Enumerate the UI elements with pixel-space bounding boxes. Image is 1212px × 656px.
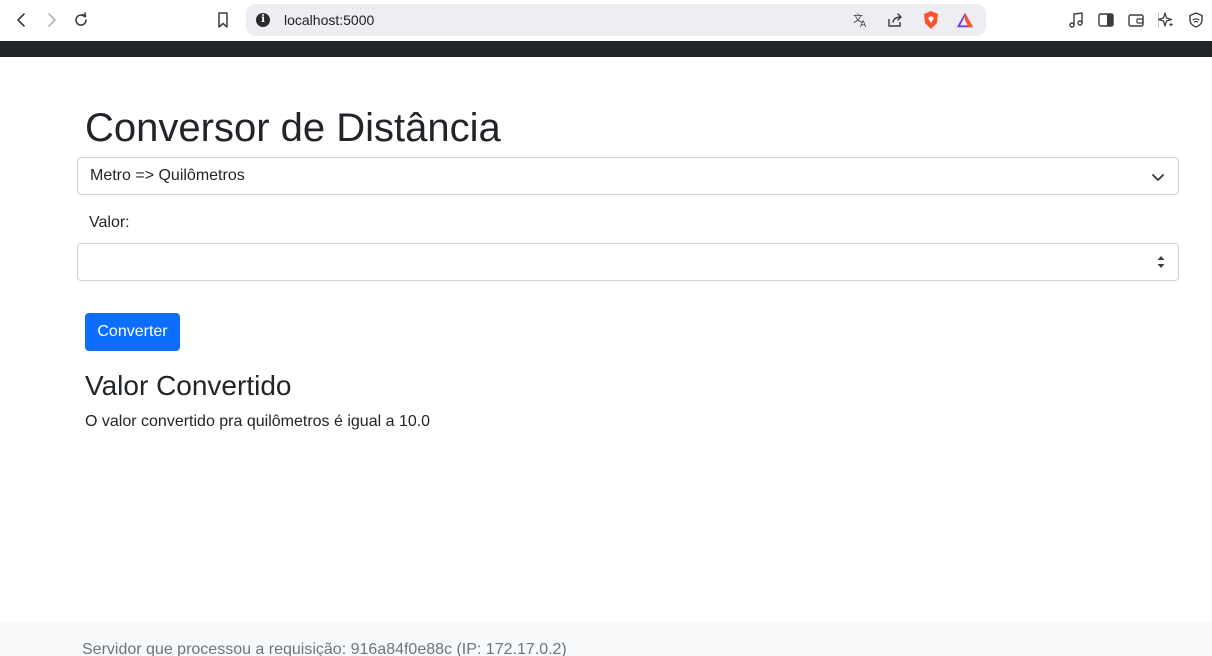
chevron-down-icon (1152, 174, 1164, 181)
forward-icon[interactable] (40, 9, 62, 31)
value-input[interactable] (77, 243, 1179, 281)
navbar (0, 41, 1212, 57)
brave-shields-icon[interactable] (922, 11, 940, 29)
number-spinner-icon[interactable] (1156, 253, 1166, 271)
url-text[interactable]: localhost:5000 (284, 12, 374, 28)
svg-text:A: A (860, 20, 867, 29)
footer: Servidor que processou a requisição: 916… (0, 622, 1212, 656)
share-icon[interactable] (886, 11, 904, 29)
sidebar-icon[interactable] (1097, 11, 1115, 29)
value-label: Valor: (89, 214, 130, 231)
conversion-select-value: Metro => Quilômetros (90, 167, 245, 184)
bookmark-icon[interactable] (212, 9, 234, 31)
browser-toolbar: i localhost:5000 文A (0, 0, 1212, 41)
vpn-icon[interactable] (1187, 11, 1205, 29)
footer-server-info: Servidor que processou a requisição: 916… (82, 641, 567, 656)
page-title: Conversor de Distância (85, 106, 501, 150)
address-bar[interactable]: i localhost:5000 文A (246, 4, 1159, 36)
translate-icon[interactable]: 文A (852, 11, 870, 29)
conversion-select[interactable]: Metro => Quilômetros (77, 157, 1179, 195)
music-icon[interactable] (1067, 11, 1085, 29)
back-icon[interactable] (11, 9, 33, 31)
leo-ai-icon[interactable] (1157, 11, 1175, 29)
reload-icon[interactable] (70, 9, 92, 31)
result-title: Valor Convertido (85, 370, 292, 401)
result-text: O valor convertido pra quilômetros é igu… (85, 413, 431, 430)
convert-button[interactable]: Converter (85, 313, 180, 351)
brave-rewards-icon[interactable] (956, 11, 974, 29)
site-info-icon[interactable]: i (256, 13, 270, 27)
wallet-icon[interactable] (1127, 11, 1145, 29)
